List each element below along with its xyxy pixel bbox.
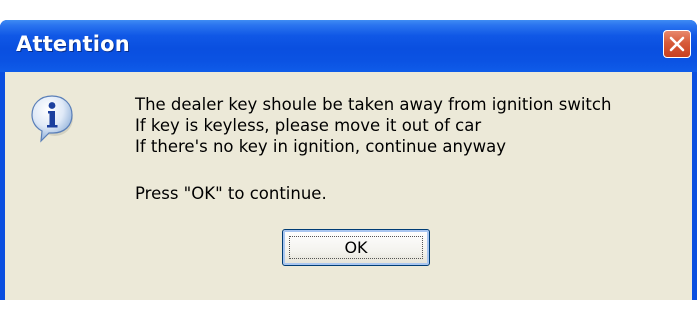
message-line-1: The dealer key shoule be taken away from… — [135, 95, 612, 114]
info-icon — [27, 92, 77, 144]
page: Attention The dealer key shoule be taken… — [0, 0, 697, 322]
prompt-text: Press "OK" to continue. — [135, 184, 327, 203]
message-line-3: If there's no key in ignition, continue … — [135, 137, 507, 156]
title-bar[interactable]: Attention — [0, 20, 697, 72]
dialog-title: Attention — [16, 32, 130, 56]
close-icon — [669, 36, 685, 52]
ok-button-label: OK — [344, 238, 368, 257]
close-button[interactable] — [663, 30, 691, 58]
attention-dialog: Attention The dealer key shoule be taken… — [0, 20, 697, 300]
dialog-body: The dealer key shoule be taken away from… — [5, 72, 692, 300]
ok-button[interactable]: OK — [282, 229, 430, 266]
message-line-2: If key is keyless, please move it out of… — [135, 116, 482, 135]
message-text: The dealer key shoule be taken away from… — [135, 94, 611, 157]
